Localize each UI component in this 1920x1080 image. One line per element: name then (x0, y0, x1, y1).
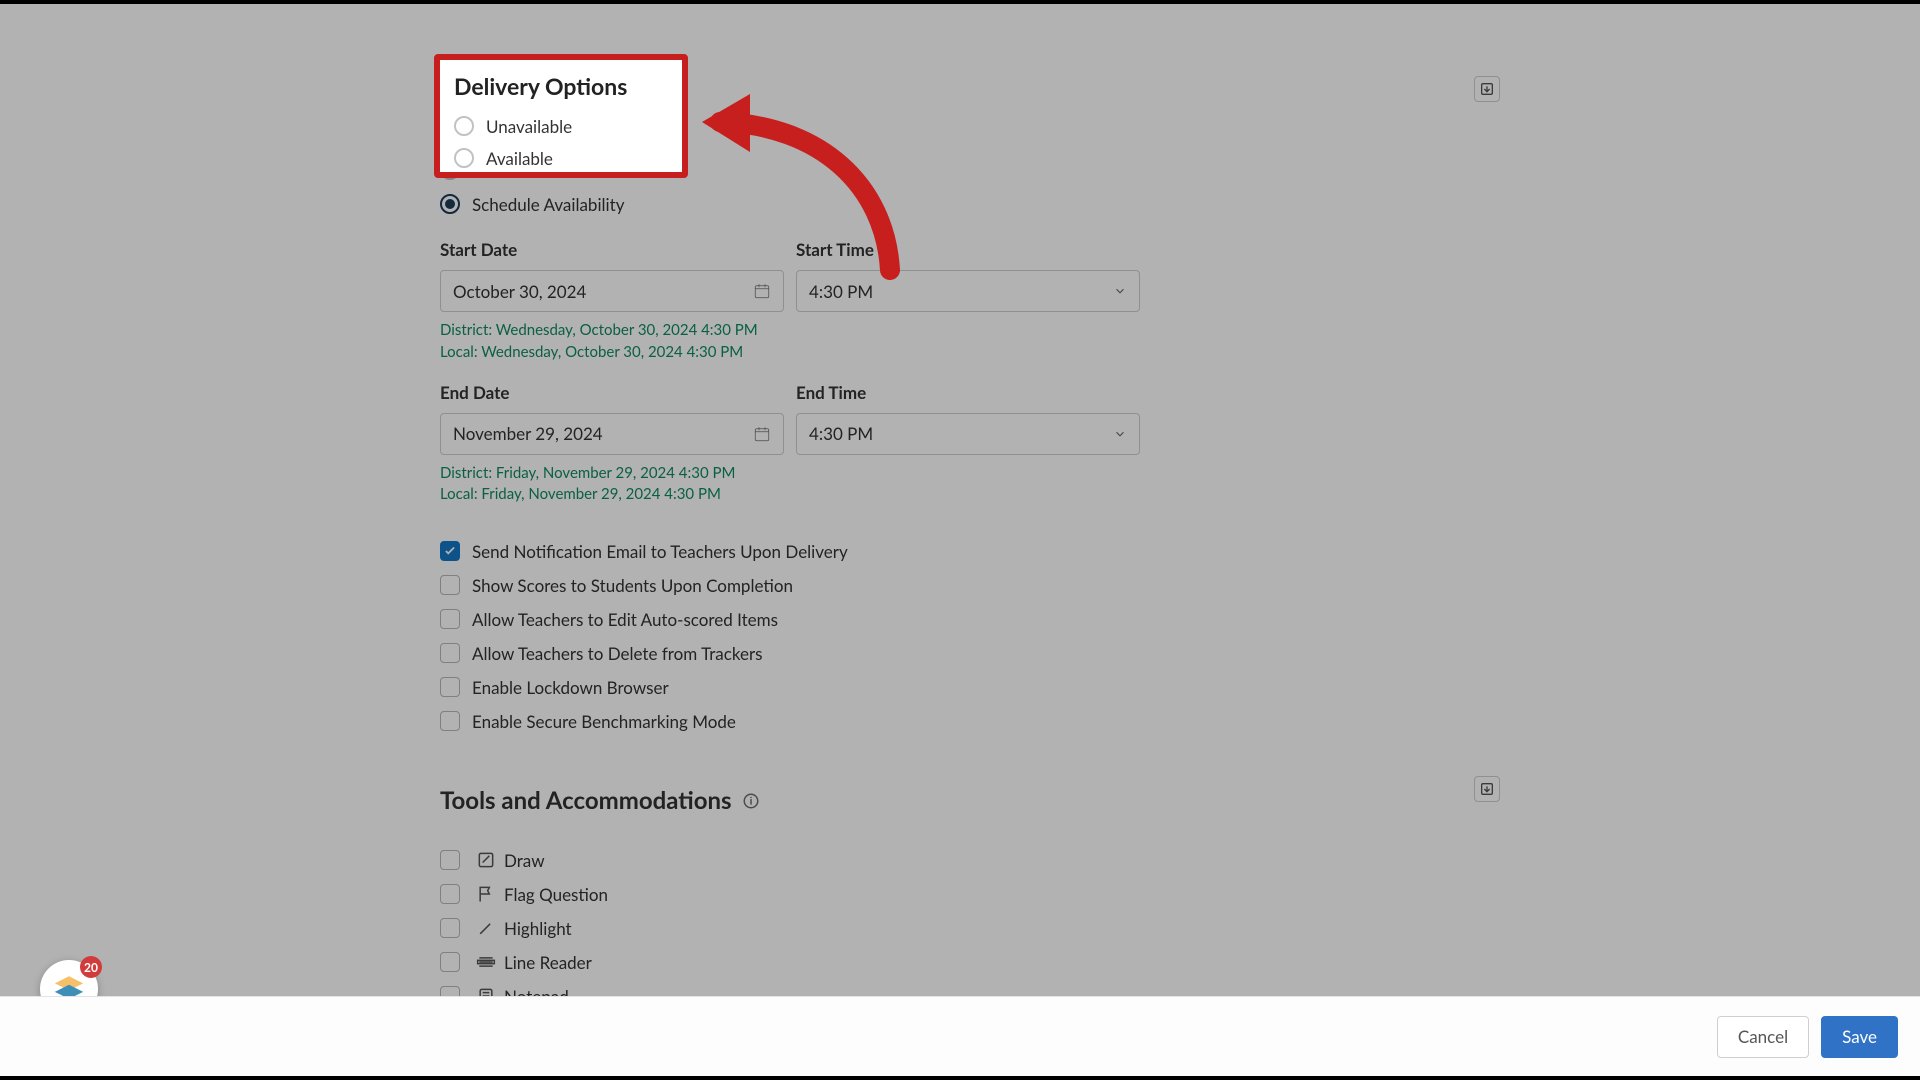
cancel-button[interactable]: Cancel (1717, 1016, 1809, 1058)
radio-icon (454, 116, 474, 136)
annotation-arrow (690, 90, 900, 280)
modal-footer: Cancel Save (0, 996, 1920, 1076)
save-button[interactable]: Save (1821, 1016, 1898, 1058)
radio-label: Unavailable (486, 116, 572, 137)
highlight-delivery-options: Delivery Options Unavailable Available (434, 54, 688, 178)
highlight-title: Delivery Options (454, 72, 668, 100)
highlight-radio-unavailable[interactable]: Unavailable (454, 110, 668, 142)
modal-overlay (0, 4, 1920, 1076)
radio-label: Available (486, 148, 553, 169)
notification-count: 20 (80, 956, 102, 978)
radio-icon (454, 148, 474, 168)
highlight-radio-available[interactable]: Available (454, 142, 668, 174)
